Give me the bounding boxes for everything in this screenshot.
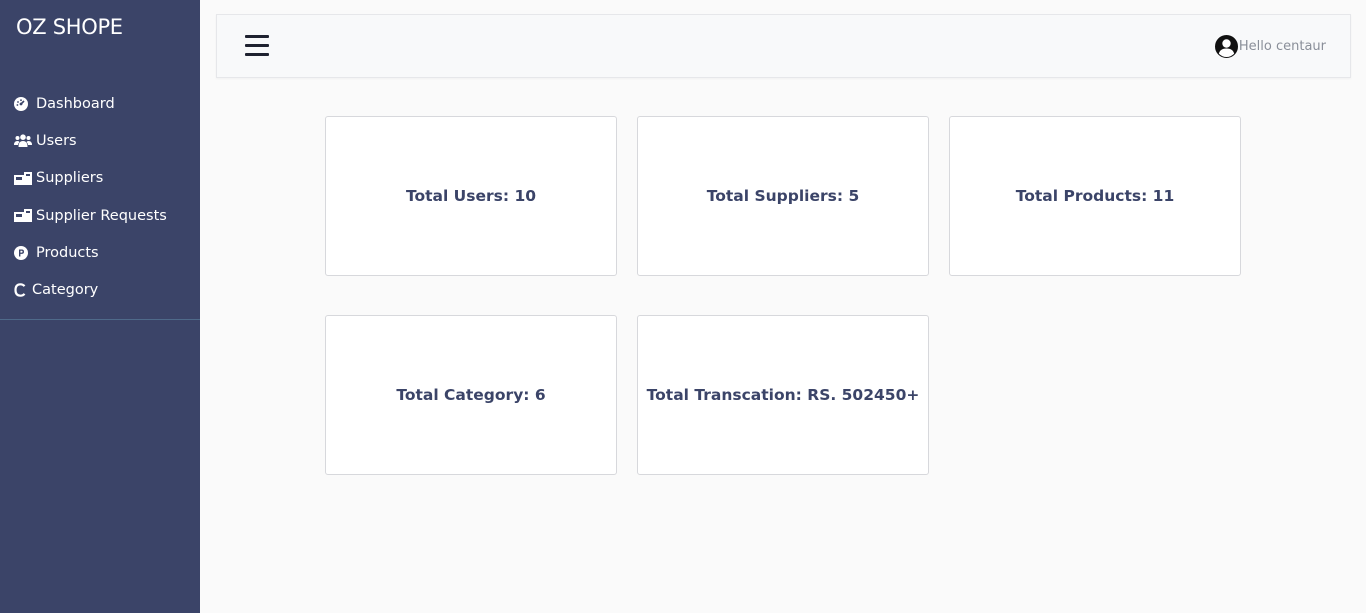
brand-logo[interactable]: OZ SHOPE	[16, 15, 123, 39]
sidebar-item-users[interactable]: Users	[0, 122, 200, 159]
stat-card-suppliers: Total Suppliers: 5	[637, 116, 929, 276]
category-icon	[14, 282, 28, 298]
sidebar-item-label: Suppliers	[36, 170, 104, 187]
sidebar-item-dashboard[interactable]: Dashboard	[0, 85, 200, 122]
users-icon	[14, 133, 32, 149]
products-icon	[14, 245, 32, 261]
supplier-requests-icon	[14, 208, 32, 224]
stat-card-label: Total Suppliers: 5	[706, 187, 860, 205]
stat-card-label: Total Users: 10	[405, 187, 537, 205]
dashboard-icon	[14, 96, 32, 112]
sidebar-item-suppliers[interactable]: Suppliers	[0, 160, 200, 197]
user-greeting: Hello centaur	[1238, 39, 1326, 54]
stat-card-transaction: Total Transcation: RS. 502450+	[637, 315, 929, 475]
sidebar: OZ SHOPE Dashboard Users Suppliers Suppl…	[0, 0, 200, 613]
stat-card-products: Total Products: 11	[949, 116, 1241, 276]
sidebar-item-label: Products	[36, 244, 99, 261]
avatar	[1214, 35, 1238, 58]
sidebar-item-label: Supplier Requests	[36, 207, 167, 224]
sidebar-item-products[interactable]: Products	[0, 234, 200, 271]
menu-toggle-button[interactable]	[245, 35, 269, 57]
user-menu[interactable]: Hello centaur	[1214, 35, 1326, 58]
sidebar-item-label: Users	[36, 132, 77, 149]
stat-card-label: Total Transcation: RS. 502450+	[646, 386, 920, 404]
suppliers-icon	[14, 170, 32, 186]
sidebar-item-label: Category	[32, 282, 99, 299]
sidebar-divider	[0, 319, 200, 320]
sidebar-nav: Dashboard Users Suppliers Supplier Reque…	[0, 85, 200, 309]
hamburger-icon	[245, 35, 269, 38]
stat-card-label: Total Category: 6	[396, 386, 546, 404]
sidebar-item-supplier-requests[interactable]: Supplier Requests	[0, 197, 200, 234]
sidebar-item-category[interactable]: Category	[0, 271, 200, 308]
sidebar-item-label: Dashboard	[36, 95, 115, 112]
top-header: Hello centaur	[216, 14, 1351, 78]
stat-card-users: Total Users: 10	[325, 116, 617, 276]
stat-card-label: Total Products: 11	[1015, 187, 1175, 205]
stat-card-category: Total Category: 6	[325, 315, 617, 475]
